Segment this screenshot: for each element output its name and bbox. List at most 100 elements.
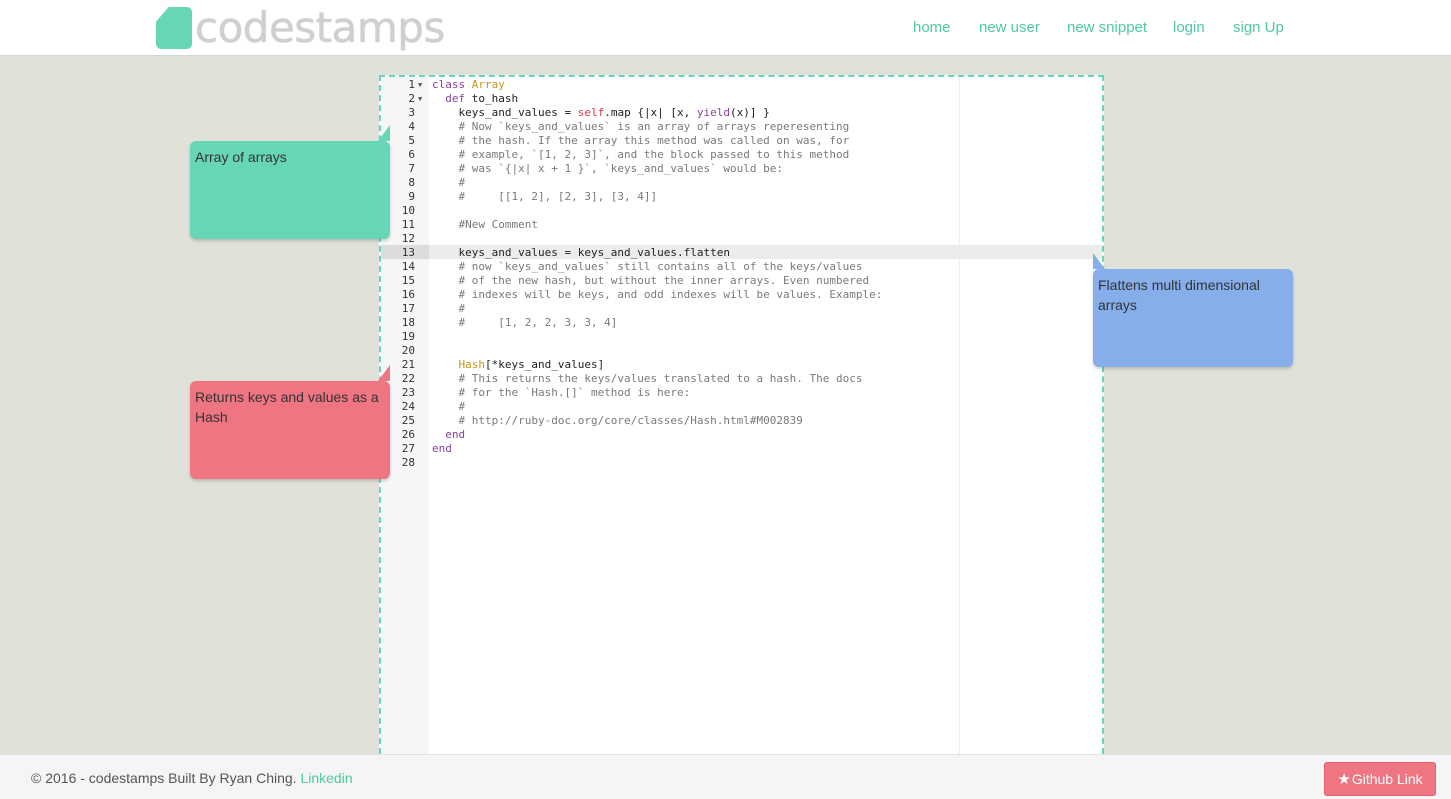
nav-menu: home new user new snippet login sign Up	[0, 19, 1451, 39]
code-text: #New Comment	[432, 218, 538, 232]
code-text: # [[1, 2], [2, 3], [3, 4]]	[432, 190, 657, 204]
code-text: # the hash. If the array this method was…	[432, 134, 849, 148]
code-line[interactable]: 9 # [[1, 2], [2, 3], [3, 4]]	[381, 190, 1102, 204]
code-text: class Array	[432, 78, 505, 92]
code-line[interactable]: 26 end	[381, 428, 1102, 442]
fold-arrow-icon[interactable]: ▼	[418, 78, 426, 92]
nav-home-link[interactable]: home	[913, 19, 951, 36]
code-line[interactable]: 6 # example, `[1, 2, 3]`, and the block …	[381, 148, 1102, 162]
code-token: # indexes will be keys, and odd indexes …	[432, 288, 883, 301]
code-token: keys_and_values = keys_and_values.flatte…	[432, 246, 731, 259]
code-token: # for the `Hash.[]` method is here:	[432, 386, 691, 399]
code-line[interactable]: 5 # the hash. If the array this method w…	[381, 134, 1102, 148]
stamp-flattens[interactable]: Flattens multi dimensional arrays	[1093, 253, 1293, 367]
code-text: # example, `[1, 2, 3]`, and the block pa…	[432, 148, 849, 162]
code-line[interactable]: 8 #	[381, 176, 1102, 190]
nav-login-link[interactable]: login	[1173, 19, 1205, 36]
code-text: keys_and_values = self.map {|x| [x, yiel…	[432, 106, 770, 120]
code-line[interactable]: 12	[381, 232, 1102, 246]
code-token: # Now `keys_and_values` is an array of a…	[432, 120, 850, 133]
code-token: # [1, 2, 2, 3, 3, 4]	[432, 316, 618, 329]
code-editor[interactable]: 1 ▼ class Array 2 ▼ def to_hash 3 keys_and_va…	[379, 75, 1104, 754]
line-number: 1	[408, 78, 415, 91]
code-text: # was `{|x| x + 1 }`, `keys_and_values` …	[432, 162, 783, 176]
code-text: # indexes will be keys, and odd indexes …	[432, 288, 882, 302]
code-text: def to_hash	[432, 92, 518, 106]
code-line[interactable]: 7 # was `{|x| x + 1 }`, `keys_and_values…	[381, 162, 1102, 176]
code-token: keys_and_values =	[432, 106, 578, 119]
code-token: end	[432, 428, 466, 441]
code-token: class	[432, 78, 472, 91]
stamp-returns-hash[interactable]: Returns keys and values as a Hash	[190, 365, 390, 479]
code-text: # now `keys_and_values` still contains a…	[432, 260, 862, 274]
code-line[interactable]: 3 keys_and_values = self.map {|x| [x, yi…	[381, 106, 1102, 120]
code-line[interactable]: 10	[381, 204, 1102, 218]
code-token: # the hash. If the array this method was…	[432, 134, 850, 147]
code-token: end	[432, 442, 452, 455]
line-number: 20	[401, 344, 415, 357]
code-token: # This returns the keys/values translate…	[432, 372, 863, 385]
line-number: 19	[401, 330, 415, 343]
nav-sign-up-link[interactable]: sign Up	[1233, 19, 1284, 36]
code-line[interactable]: 16 # indexes will be keys, and odd index…	[381, 288, 1102, 302]
navbar: codestamps home new user new snippet log…	[0, 0, 1451, 56]
code-token: self	[577, 106, 605, 119]
code-line[interactable]: 11 #New Comment	[381, 218, 1102, 232]
code-token: # was `{|x| x + 1 }`, `keys_and_values` …	[432, 162, 783, 175]
code-token: # of the new hash, but without the inner…	[432, 274, 870, 287]
line-number: 17	[401, 302, 415, 315]
code-line[interactable]: 24 #	[381, 400, 1102, 414]
code-text: Hash[*keys_and_values]	[432, 358, 605, 372]
code-line[interactable]: 1 ▼ class Array	[381, 78, 1102, 92]
code-line[interactable]: 22 # This returns the keys/values transl…	[381, 372, 1102, 386]
code-token: [*keys_and_values]	[485, 358, 605, 371]
code-token: def	[445, 92, 472, 105]
code-token: .map {|x| [x,	[604, 106, 697, 119]
line-number: 3	[408, 106, 415, 119]
code-token: (x)] }	[730, 106, 770, 119]
line-number: 18	[401, 316, 415, 329]
nav-new-snippet-link[interactable]: new snippet	[1067, 19, 1147, 36]
code-line[interactable]: 13 keys_and_values = keys_and_values.fla…	[381, 246, 1102, 260]
code-line[interactable]: 2 ▼ def to_hash	[381, 92, 1102, 106]
footer: © 2016 - codestamps Built By Ryan Ching.…	[0, 754, 1451, 799]
code-line[interactable]: 20	[381, 344, 1102, 358]
code-line[interactable]: 19	[381, 330, 1102, 344]
code-text: # http://ruby-doc.org/core/classes/Hash.…	[432, 414, 802, 428]
code-token: #New Comment	[432, 218, 538, 231]
code-line[interactable]: 25 # http://ruby-doc.org/core/classes/Ha…	[381, 414, 1102, 428]
code-line[interactable]: 27 end	[381, 442, 1102, 456]
code-token: # [[1, 2], [2, 3], [3, 4]]	[432, 190, 658, 203]
nav-new-user-link[interactable]: new user	[979, 19, 1040, 36]
code-line[interactable]: 14 # now `keys_and_values` still contain…	[381, 260, 1102, 274]
fold-arrow-icon[interactable]: ▼	[418, 92, 426, 106]
code-line[interactable]: 23 # for the `Hash.[]` method is here:	[381, 386, 1102, 400]
stamp-array-of-arrays[interactable]: Array of arrays	[190, 125, 390, 239]
code-line[interactable]: 18 # [1, 2, 2, 3, 3, 4]	[381, 316, 1102, 330]
stamp-text: Flattens multi dimensional arrays	[1098, 277, 1260, 313]
code-text: end	[432, 442, 452, 456]
code-text: # Now `keys_and_values` is an array of a…	[432, 120, 849, 134]
code-text: #	[432, 176, 465, 190]
code-line[interactable]: 4 # Now `keys_and_values` is an array of…	[381, 120, 1102, 134]
code-line[interactable]: 15 # of the new hash, but without the in…	[381, 274, 1102, 288]
code-text: end	[432, 428, 465, 442]
code-token: # now `keys_and_values` still contains a…	[432, 260, 863, 273]
code-text: #	[432, 400, 465, 414]
line-number: 16	[401, 288, 415, 301]
code-token: #	[432, 400, 466, 413]
line-number: 15	[401, 274, 415, 287]
code-text: keys_and_values = keys_and_values.flatte…	[432, 246, 730, 260]
code-text: # for the `Hash.[]` method is here:	[432, 386, 690, 400]
code-text: # [1, 2, 2, 3, 3, 4]	[432, 316, 617, 330]
code-line[interactable]: 21 Hash[*keys_and_values]	[381, 358, 1102, 372]
code-line[interactable]: 17 #	[381, 302, 1102, 316]
stamp-text: Returns keys and values as a Hash	[195, 389, 379, 425]
github-link-button[interactable]: ★ Github Link	[1324, 762, 1436, 796]
code-line[interactable]: 28	[381, 456, 1102, 470]
linkedin-link[interactable]: Linkedin	[300, 770, 352, 786]
code-text: # of the new hash, but without the inner…	[432, 274, 869, 288]
code-text: # This returns the keys/values translate…	[432, 372, 862, 386]
line-number: 14	[401, 260, 415, 273]
